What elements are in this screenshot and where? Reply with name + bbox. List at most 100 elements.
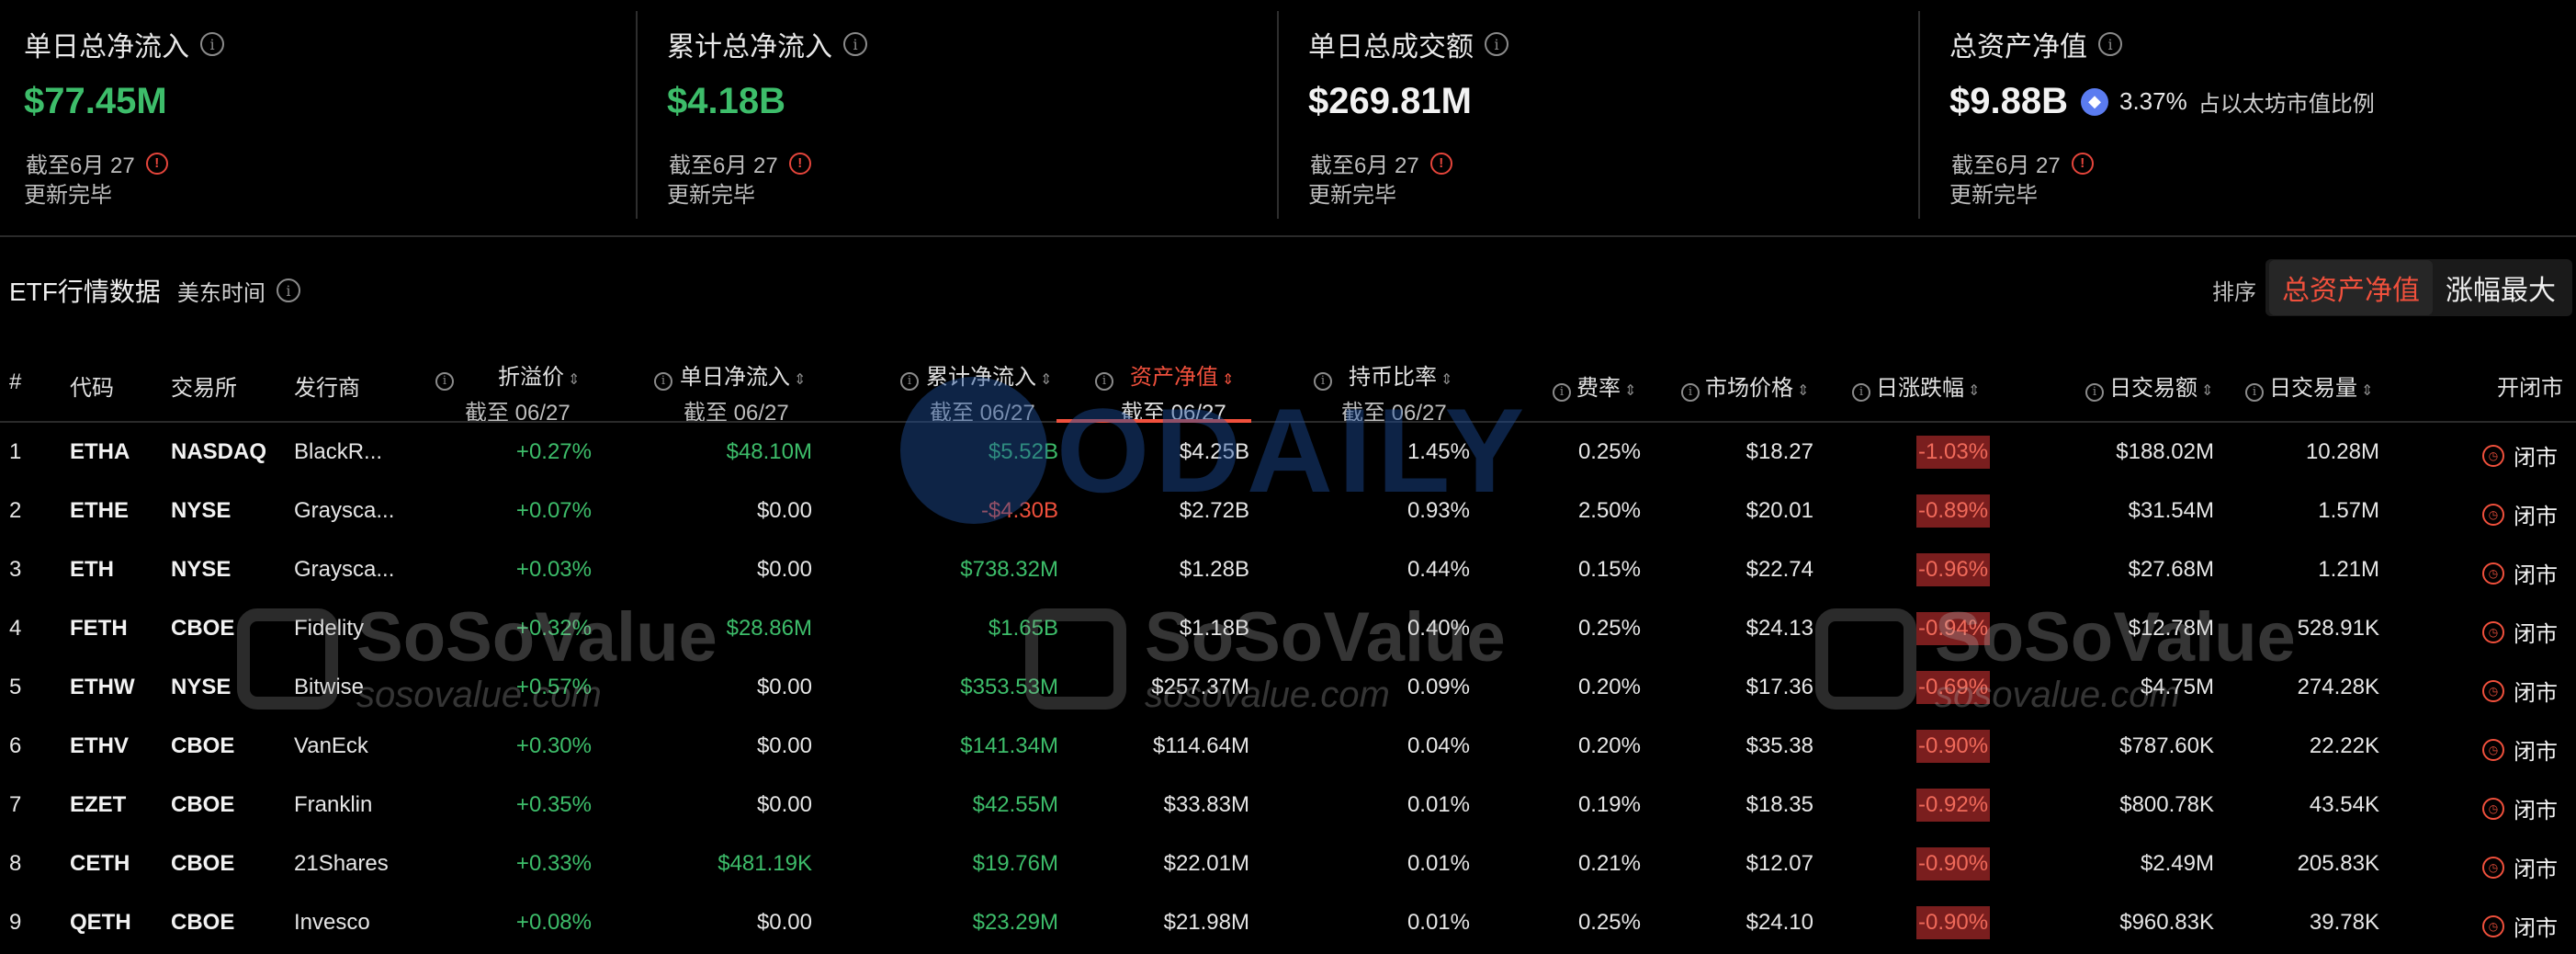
card-asof: 截至6月 27 ! xyxy=(1310,147,1452,179)
cell-price: $20.01 xyxy=(1746,498,1813,523)
col-cum-inflow[interactable]: i 累计净流入 ⇕ 截至 06/27 xyxy=(900,358,1052,426)
cell-daily-inflow: $0.00 xyxy=(756,792,812,817)
card-title-text: 单日总成交额 xyxy=(1308,32,1474,62)
cell-nav: $22.01M xyxy=(1163,851,1249,876)
col-daily-inflow[interactable]: i 单日净流入 ⇕ 截至 06/27 xyxy=(654,358,806,426)
clock-icon: ◷ xyxy=(2482,444,2504,467)
cell-issuer: VanEck xyxy=(294,733,368,758)
cell-price: $12.07 xyxy=(1746,851,1813,876)
cell-idx: 3 xyxy=(9,557,22,582)
cell-cum-inflow: $42.55M xyxy=(972,792,1058,817)
clock-icon: ◷ xyxy=(2482,679,2504,702)
info-icon[interactable]: i xyxy=(435,371,454,391)
cell-code[interactable]: ETHW xyxy=(70,675,135,700)
info-icon[interactable]: i xyxy=(2245,382,2264,402)
warning-icon[interactable]: ! xyxy=(2071,152,2094,175)
info-icon[interactable]: i xyxy=(2098,32,2122,56)
cell-volume-qty: 1.21M xyxy=(2318,557,2379,582)
info-icon[interactable]: i xyxy=(200,32,224,56)
asof-text: 截至6月 27 xyxy=(26,153,135,178)
cell-volume-qty: 43.54K xyxy=(2309,792,2379,817)
cell-daily-inflow: $28.86M xyxy=(726,616,812,641)
cell-cum-inflow: $19.76M xyxy=(972,851,1058,876)
cell-volume-qty: 1.57M xyxy=(2318,498,2379,523)
info-icon[interactable]: i xyxy=(1852,382,1870,402)
info-icon[interactable]: i xyxy=(1681,382,1700,402)
cell-exchange: CBOE xyxy=(171,910,235,935)
col-fee[interactable]: i 费率 ⇕ xyxy=(1553,369,1636,402)
card-title-text: 单日总净流入 xyxy=(24,32,189,62)
sort-arrows-icon: ⇕ xyxy=(1441,372,1453,388)
col-nav-label: 资产净值 xyxy=(1130,365,1218,390)
card-title: 总资产净值 i xyxy=(1949,24,2122,64)
cell-daily-inflow: $0.00 xyxy=(756,557,812,582)
cell-fee: 0.25% xyxy=(1577,616,1641,641)
section-header: ETF行情数据 美东时间 i xyxy=(9,272,300,309)
cell-fee: 0.25% xyxy=(1577,439,1641,464)
cell-code[interactable]: QETH xyxy=(70,910,131,936)
info-icon[interactable]: i xyxy=(1314,371,1332,391)
sort-arrows-icon: ⇕ xyxy=(2361,383,2374,399)
cell-code[interactable]: EZET xyxy=(70,792,126,818)
market-status-text: 闭市 xyxy=(2514,681,2558,706)
col-volume-qty[interactable]: i 日交易量 ⇕ xyxy=(2245,369,2373,402)
cell-change-badge: -0.89% xyxy=(1916,494,1991,528)
col-price-label: 市场价格 xyxy=(1705,376,1793,401)
info-icon[interactable]: i xyxy=(843,32,867,56)
card-status: 更新完毕 xyxy=(1308,183,1396,208)
cell-code[interactable]: ETHV xyxy=(70,733,129,759)
section-divider xyxy=(0,235,2576,237)
info-icon[interactable]: i xyxy=(900,371,919,391)
cell-code[interactable]: ETH xyxy=(70,557,114,583)
card-divider xyxy=(636,11,638,219)
asof-text: 截至6月 27 xyxy=(1310,153,1419,178)
cell-code[interactable]: ETHA xyxy=(70,439,130,465)
sort-toggle: 总资产净值 涨幅最大 xyxy=(2265,259,2572,316)
sort-by-gain-button[interactable]: 涨幅最大 xyxy=(2433,260,2569,315)
cell-idx: 2 xyxy=(9,498,22,523)
col-hold-ratio[interactable]: i 持币比率 ⇕ 截至 06/27 xyxy=(1314,358,1452,426)
cell-exchange: NYSE xyxy=(171,675,232,699)
cell-cum-inflow: $1.65B xyxy=(988,616,1058,641)
cell-change-badge: -1.03% xyxy=(1916,436,1991,469)
cell-market-status: ◷ 闭市 xyxy=(2482,910,2558,942)
daily-net-inflow-card: 单日总净流入 i $77.45M 截至6月 27 ! 更新完毕 xyxy=(0,0,634,219)
col-change[interactable]: i 日涨跌幅 ⇕ xyxy=(1852,369,1980,402)
cell-exchange: CBOE xyxy=(171,616,235,641)
cell-premium: +0.33% xyxy=(515,851,592,876)
sort-arrows-icon: ⇕ xyxy=(2201,383,2214,399)
col-nav[interactable]: i 资产净值 ⇕ 截至 06/27 xyxy=(1095,358,1234,426)
col-volume-amt[interactable]: i 日交易额 ⇕ xyxy=(2085,369,2213,402)
warning-icon[interactable]: ! xyxy=(1429,152,1452,175)
cell-code[interactable]: FETH xyxy=(70,616,128,642)
warning-icon[interactable]: ! xyxy=(145,152,168,175)
card-title: 单日总成交额 i xyxy=(1308,24,1508,64)
card-status: 更新完毕 xyxy=(1949,183,2038,208)
card-title-text: 总资产净值 xyxy=(1949,32,2087,62)
cell-premium: +0.27% xyxy=(515,439,592,464)
col-premium[interactable]: i 折溢价 ⇕ 截至 06/27 xyxy=(435,358,580,426)
cell-cum-inflow: $738.32M xyxy=(960,557,1058,582)
cell-premium: +0.32% xyxy=(515,616,592,641)
info-icon[interactable]: i xyxy=(2085,382,2104,402)
info-icon[interactable]: i xyxy=(276,278,300,302)
info-icon[interactable]: i xyxy=(654,371,672,391)
market-status-text: 闭市 xyxy=(2514,563,2558,588)
info-icon[interactable]: i xyxy=(1553,382,1571,402)
card-asof: 截至6月 27 ! xyxy=(1951,147,2094,179)
sort-by-nav-button[interactable]: 总资产净值 xyxy=(2269,260,2433,315)
cell-cum-inflow: $23.29M xyxy=(972,910,1058,935)
col-price[interactable]: i 市场价格 ⇕ xyxy=(1681,369,1809,402)
info-icon[interactable]: i xyxy=(1485,32,1508,56)
card-title: 累计总净流入 i xyxy=(667,24,867,64)
sort-arrows-icon: ⇕ xyxy=(1624,383,1637,399)
cell-issuer: Invesco xyxy=(294,910,370,935)
cell-exchange: CBOE xyxy=(171,733,235,758)
warning-icon[interactable]: ! xyxy=(788,152,811,175)
cell-issuer: Graysca... xyxy=(294,557,395,582)
cell-code[interactable]: CETH xyxy=(70,851,130,877)
col-index: # xyxy=(9,369,22,394)
info-icon[interactable]: i xyxy=(1095,371,1113,391)
cell-daily-inflow: $0.00 xyxy=(756,498,812,523)
cell-code[interactable]: ETHE xyxy=(70,498,129,524)
